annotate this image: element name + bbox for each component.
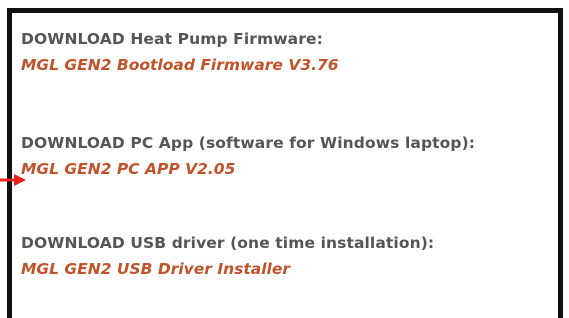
red-arrow-icon	[0, 174, 26, 186]
pc-app-download-section: DOWNLOAD PC App (software for Windows la…	[21, 133, 475, 179]
usb-driver-download-section: DOWNLOAD USB driver (one time installati…	[21, 233, 434, 279]
pc-app-heading: DOWNLOAD PC App (software for Windows la…	[21, 134, 476, 152]
usb-driver-download-link[interactable]: MGL GEN2 USB Driver Installer	[21, 259, 434, 279]
pc-app-download-link[interactable]: MGL GEN2 PC APP V2.05	[21, 159, 475, 179]
firmware-heading: DOWNLOAD Heat Pump Firmware:	[21, 30, 323, 48]
firmware-download-section: DOWNLOAD Heat Pump Firmware: MGL GEN2 Bo…	[21, 29, 339, 75]
firmware-download-link[interactable]: MGL GEN2 Bootload Firmware V3.76	[21, 55, 339, 75]
usb-driver-heading: DOWNLOAD USB driver (one time installati…	[21, 234, 435, 252]
